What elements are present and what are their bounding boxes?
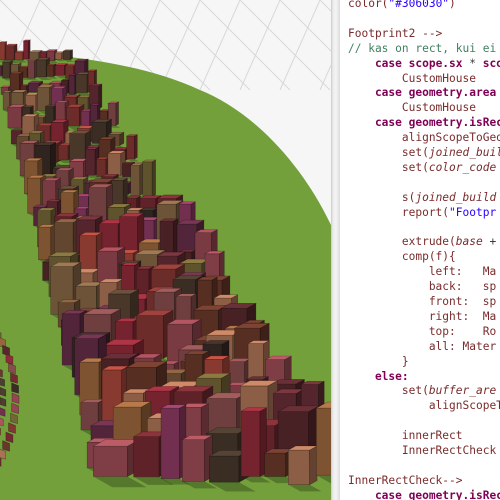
code-token: color_code <box>428 160 497 174</box>
code-line[interactable]: set(joined_buil <box>348 145 500 160</box>
code-token: } <box>348 354 409 368</box>
code-token: ) <box>449 0 456 10</box>
code-token: "Footpr <box>449 205 497 219</box>
code-line[interactable]: case geometry.isRec <box>348 488 500 500</box>
code-token: geometry.isRec <box>408 488 500 500</box>
code-token: alignScopeT <box>348 399 500 413</box>
scene-canvas[interactable] <box>0 0 331 500</box>
code-token: Footprint2 --> <box>348 26 443 40</box>
code-token: back: sp <box>348 280 497 294</box>
building-block <box>315 401 331 476</box>
code-line[interactable]: // kas on rect, kui ei <box>348 41 496 56</box>
code-line[interactable]: InnerRectCheck <box>348 443 496 458</box>
building-block <box>26 58 38 79</box>
code-line[interactable]: CustomHouse <box>348 71 476 86</box>
code-token: right: Ma <box>348 309 497 323</box>
code-token: s( <box>348 190 416 204</box>
code-line[interactable]: alignScopeT <box>348 398 500 413</box>
code-line[interactable]: case geometry.area <box>348 85 496 100</box>
code-line[interactable]: alignScopeToGeo <box>348 130 500 145</box>
code-line[interactable]: else: <box>348 369 409 384</box>
code-token: CustomHouse <box>348 71 476 85</box>
code-token: geometry.isRec <box>408 116 500 130</box>
code-line[interactable]: report("Footpr <box>348 205 496 220</box>
code-line[interactable]: case scope.sx * sco <box>348 56 500 71</box>
code-line[interactable]: innerRect <box>348 428 463 443</box>
code-line[interactable]: case geometry.isRec <box>348 115 500 130</box>
building-block <box>141 159 157 198</box>
code-token: sco <box>482 56 500 70</box>
building-block <box>96 156 110 177</box>
building-block <box>46 63 57 78</box>
3d-scene-viewport[interactable] <box>0 0 331 500</box>
code-token: // kas on rect, kui ei <box>348 41 497 55</box>
code-token: geometry.area <box>408 86 497 100</box>
building-block <box>62 49 73 61</box>
building-block <box>287 445 318 486</box>
code-line[interactable]: } <box>348 354 409 369</box>
code-line[interactable]: s(joined_build <box>348 190 496 205</box>
code-token: set( <box>348 146 429 159</box>
code-token: joined_build <box>415 190 497 204</box>
code-token: all: Mater <box>348 339 497 353</box>
code-token: alignScopeToGeo <box>348 131 500 145</box>
code-token: front: sp <box>348 295 497 308</box>
code-token: top: Ro <box>348 324 497 338</box>
code-line[interactable]: left: Ma <box>348 264 496 279</box>
code-line[interactable]: all: Mater <box>348 339 496 354</box>
code-token: case <box>348 488 409 500</box>
code-token: else: <box>348 369 409 383</box>
code-line[interactable]: color("#306030") <box>348 0 456 11</box>
code-token: comp(f){ <box>348 250 456 264</box>
code-token: InnerRectCheck <box>348 444 497 457</box>
building-block <box>182 434 213 482</box>
code-line[interactable]: back: sp <box>348 279 496 294</box>
code-token: color( <box>348 0 389 10</box>
code-token: case <box>348 116 409 130</box>
code-token: * <box>469 56 483 70</box>
code-token: extrude( <box>348 235 456 249</box>
code-token: scope.sx <box>408 56 470 70</box>
code-token: "#306030" <box>388 0 450 10</box>
code-token: case <box>348 56 409 70</box>
code-token: InnerRectCheck--> <box>348 473 463 487</box>
code-line[interactable]: set(buffer_are <box>348 383 496 398</box>
code-line[interactable]: front: sp <box>348 294 496 309</box>
code-line[interactable]: extrude(base + <box>348 234 496 249</box>
building-block <box>54 51 65 60</box>
code-token: case <box>348 86 409 100</box>
code-token: left: Ma <box>348 265 497 279</box>
code-token: joined_buil <box>428 146 500 159</box>
code-token: set( <box>348 160 429 174</box>
code-editor[interactable]: color("#306030") Footprint2 -->// kas on … <box>340 0 500 500</box>
code-line[interactable]: CustomHouse <box>348 100 476 115</box>
code-line[interactable]: set(color_code <box>348 160 496 175</box>
code-token: CustomHouse <box>348 101 476 115</box>
building-block <box>92 439 141 478</box>
code-token: report( <box>348 205 450 219</box>
code-token: set( <box>348 384 429 398</box>
code-line[interactable]: Footprint2 --> <box>348 26 442 41</box>
building-block <box>126 133 138 160</box>
building-block <box>129 162 145 196</box>
code-token: base <box>455 235 483 249</box>
code-line[interactable]: comp(f){ <box>348 249 456 264</box>
code-token: + <box>482 235 497 249</box>
splitter-handle[interactable] <box>331 0 340 500</box>
code-token: innerRect <box>348 429 463 443</box>
code-line[interactable]: top: Ro <box>348 324 496 339</box>
building-block <box>240 407 267 478</box>
code-line[interactable]: right: Ma <box>348 309 496 324</box>
code-line[interactable]: InnerRectCheck--> <box>348 473 463 488</box>
code-token: buffer_are <box>428 384 497 398</box>
building-block <box>22 39 32 60</box>
